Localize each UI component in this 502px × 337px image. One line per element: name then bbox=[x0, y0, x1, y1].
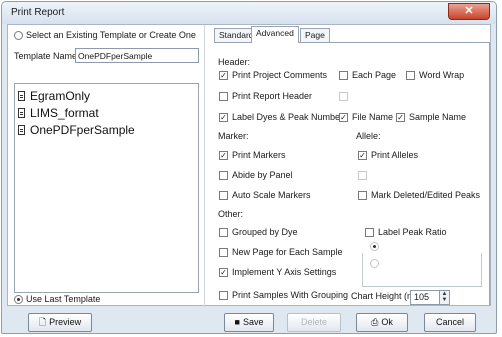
disabled-header-checkbox[interactable] bbox=[339, 92, 348, 101]
file-name-label: File Name bbox=[352, 112, 394, 122]
abide-by-panel-checkbox[interactable] bbox=[219, 171, 228, 180]
implement-y-axis-label: Implement Y Axis Settings bbox=[232, 267, 337, 277]
floppy-disk-icon: ■ bbox=[234, 317, 240, 327]
peak-ratio-option-radio[interactable] bbox=[370, 259, 379, 268]
print-report-header-label: Print Report Header bbox=[232, 91, 313, 101]
word-wrap-label: Word Wrap bbox=[419, 70, 465, 80]
print-samples-grouping-label: Print Samples With Grouping bbox=[232, 290, 349, 300]
print-alleles-checkbox[interactable]: ✓ bbox=[358, 151, 367, 160]
tab-page[interactable]: Page bbox=[300, 28, 330, 42]
auto-scale-markers-checkbox[interactable] bbox=[219, 191, 228, 200]
use-last-template-radio[interactable] bbox=[14, 295, 23, 304]
auto-scale-markers-label: Auto Scale Markers bbox=[232, 190, 311, 200]
print-samples-grouping-checkbox[interactable] bbox=[219, 291, 228, 300]
cancel-button[interactable]: Cancel bbox=[424, 313, 476, 332]
peak-ratio-option-radio[interactable] bbox=[370, 242, 379, 251]
other-section-label: Other: bbox=[218, 209, 244, 219]
print-markers-checkbox[interactable]: ✓ bbox=[219, 151, 228, 160]
template-panel: Select an Existing Template or Create On… bbox=[8, 25, 205, 307]
template-name-label: Template Name: bbox=[14, 51, 80, 61]
print-alleles-label: Print Alleles bbox=[371, 150, 419, 160]
sample-name-checkbox[interactable]: ✓ bbox=[396, 113, 405, 122]
printer-icon: ⎙ bbox=[371, 317, 379, 327]
close-button[interactable]: ✕ bbox=[448, 3, 490, 20]
print-markers-label: Print Markers bbox=[232, 150, 286, 160]
preview-icon: 🗋 bbox=[38, 317, 47, 327]
new-page-each-sample-checkbox[interactable] bbox=[219, 248, 228, 257]
list-item[interactable]: LIMS_format bbox=[18, 106, 99, 120]
mark-deleted-edited-peaks-label: Mark Deleted/Edited Peaks bbox=[371, 190, 481, 200]
list-item[interactable]: EgramOnly bbox=[18, 89, 90, 103]
stepper-arrows-icon[interactable]: ▲ ▼ bbox=[439, 291, 449, 304]
new-page-each-sample-label: New Page for Each Sample bbox=[232, 247, 343, 257]
select-existing-template-radio[interactable] bbox=[14, 31, 23, 40]
delete-button[interactable]: Delete bbox=[287, 313, 341, 332]
document-icon bbox=[18, 125, 25, 135]
label-peak-ratio-checkbox[interactable] bbox=[365, 228, 374, 237]
grouped-by-dye-checkbox[interactable] bbox=[219, 228, 228, 237]
implement-y-axis-checkbox[interactable]: ✓ bbox=[219, 268, 228, 277]
label-peak-ratio-label: Label Peak Ratio bbox=[378, 227, 447, 237]
document-icon bbox=[18, 91, 25, 101]
peak-ratio-group bbox=[362, 253, 482, 287]
word-wrap-checkbox[interactable] bbox=[406, 71, 415, 80]
document-icon bbox=[18, 108, 25, 118]
preview-button[interactable]: 🗋 Preview bbox=[28, 313, 92, 332]
allele-section-label: Allele: bbox=[356, 131, 381, 141]
print-project-comments-label: Print Project Comments bbox=[232, 70, 328, 80]
sample-name-label: Sample Name bbox=[409, 112, 467, 122]
chart-height-value: 105 bbox=[414, 292, 430, 302]
window-title: Print Report bbox=[11, 7, 65, 18]
tab-advanced[interactable]: Advanced bbox=[251, 26, 299, 43]
dialog-body: Select an Existing Template or Create On… bbox=[7, 24, 491, 307]
header-section-label: Header: bbox=[218, 57, 251, 67]
select-existing-template-label: Select an Existing Template or Create On… bbox=[26, 30, 196, 40]
each-page-label: Each Page bbox=[352, 70, 397, 80]
label-dyes-peak-numbers-checkbox[interactable]: ✓ bbox=[219, 113, 228, 122]
file-name-checkbox[interactable]: ✓ bbox=[339, 113, 348, 122]
marker-section-label: Marker: bbox=[218, 131, 249, 141]
use-last-template-label: Use Last Template bbox=[26, 294, 101, 304]
mark-deleted-edited-peaks-checkbox[interactable] bbox=[358, 191, 367, 200]
abide-by-panel-label: Abide by Panel bbox=[232, 170, 293, 180]
save-button[interactable]: ■ Save bbox=[224, 313, 274, 332]
template-list[interactable]: EgramOnly LIMS_format OnePDFperSample bbox=[14, 83, 199, 293]
chart-height-stepper[interactable]: 105 ▲ ▼ bbox=[410, 290, 450, 305]
disabled-allele-checkbox[interactable] bbox=[358, 171, 367, 180]
label-dyes-peak-numbers-label: Label Dyes & Peak Numbers bbox=[232, 112, 348, 122]
print-report-header-checkbox[interactable] bbox=[219, 92, 228, 101]
print-report-window: Print Report ✕ Select an Existing Templa… bbox=[1, 1, 497, 334]
print-project-comments-checkbox[interactable]: ✓ bbox=[219, 71, 228, 80]
list-item[interactable]: OnePDFperSample bbox=[18, 123, 135, 137]
ok-button[interactable]: ⎙ Ok bbox=[356, 313, 408, 332]
grouped-by-dye-label: Grouped by Dye bbox=[232, 227, 298, 237]
template-name-input[interactable]: OnePDFperSample bbox=[75, 48, 199, 63]
title-bar: Print Report ✕ bbox=[2, 2, 496, 24]
each-page-checkbox[interactable] bbox=[339, 71, 348, 80]
